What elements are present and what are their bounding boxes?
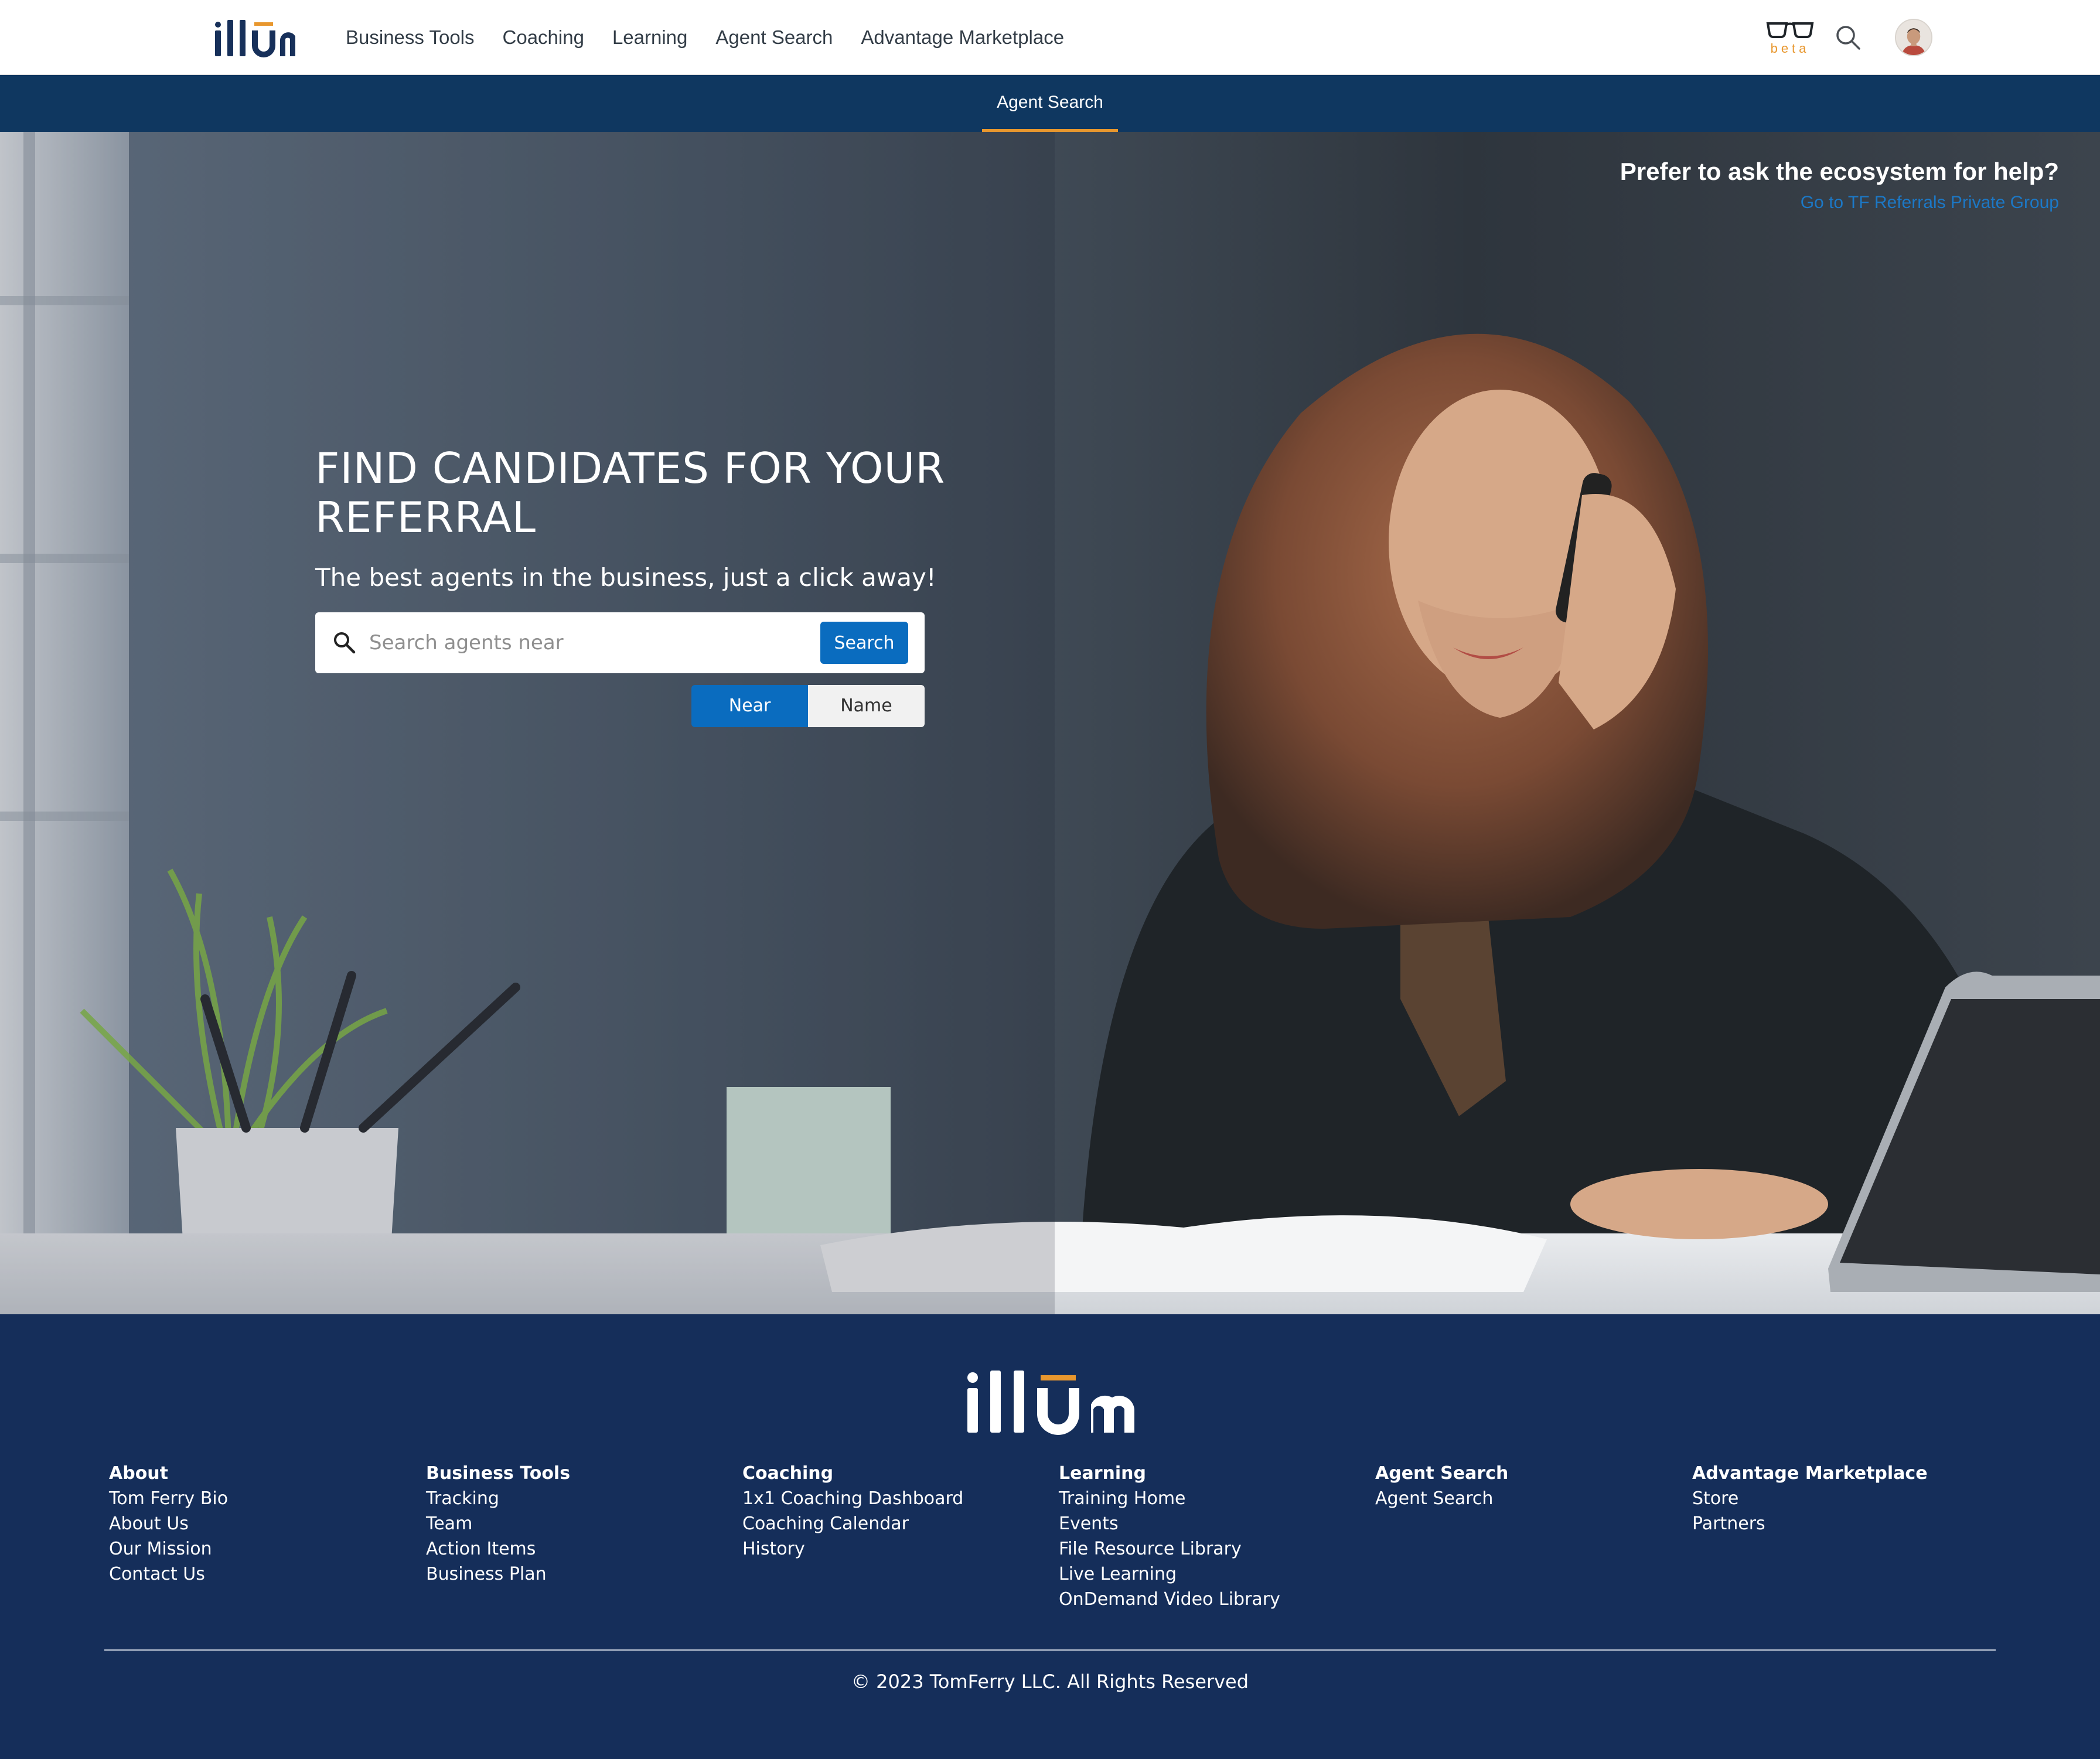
toggle-name[interactable]: Name: [808, 685, 925, 727]
footer-link[interactable]: Action Items: [426, 1536, 707, 1562]
nav-actions: beta: [1765, 16, 1932, 59]
footer-col-about: About Tom Ferry Bio About Us Our Mission…: [109, 1461, 390, 1587]
footer-divider: [104, 1649, 1996, 1651]
search-icon[interactable]: [1834, 23, 1862, 52]
nav-agent-search[interactable]: Agent Search: [715, 23, 833, 52]
footer-heading: Agent Search: [1375, 1463, 1509, 1484]
footer-link[interactable]: History: [742, 1536, 1024, 1562]
section-nav-bar: Agent Search: [0, 75, 2100, 132]
footer-heading: Learning: [1059, 1463, 1146, 1484]
footer-link[interactable]: Tom Ferry Bio: [109, 1486, 390, 1511]
footer-link[interactable]: OnDemand Video Library: [1059, 1587, 1340, 1612]
primary-nav: Business Tools Coaching Learning Agent S…: [346, 23, 1092, 52]
nav-learning[interactable]: Learning: [612, 23, 687, 52]
beta-label: beta: [1770, 41, 1810, 56]
tab-agent-search[interactable]: Agent Search: [982, 75, 1118, 132]
footer-link[interactable]: Agent Search: [1375, 1486, 1656, 1511]
search-button[interactable]: Search: [820, 622, 908, 664]
footer-col-learning: Learning Training Home Events File Resou…: [1059, 1461, 1340, 1612]
footer-link[interactable]: Tracking: [426, 1486, 707, 1511]
footer-heading: Business Tools: [426, 1463, 571, 1484]
footer-heading: Coaching: [742, 1463, 834, 1484]
copyright-text: © 2023 TomFerry LLC. All Rights Reserved: [851, 1671, 1249, 1693]
footer-link[interactable]: File Resource Library: [1059, 1536, 1340, 1562]
footer-link[interactable]: Training Home: [1059, 1486, 1340, 1511]
toggle-near[interactable]: Near: [691, 685, 808, 727]
footer-heading: Advantage Marketplace: [1692, 1463, 1928, 1484]
footer-col-business-tools: Business Tools Tracking Team Action Item…: [426, 1461, 707, 1587]
footer-link[interactable]: Live Learning: [1059, 1562, 1340, 1587]
search-mode-toggle: Near Name: [691, 685, 925, 727]
top-navigation-bar: Business Tools Coaching Learning Agent S…: [0, 0, 2100, 75]
tf-referrals-group-link[interactable]: Go to TF Referrals Private Group: [1801, 193, 2059, 213]
footer-link[interactable]: Store: [1692, 1486, 1973, 1511]
footer-link[interactable]: Team: [426, 1511, 707, 1536]
footer-link[interactable]: Coaching Calendar: [742, 1511, 1024, 1536]
nav-coaching[interactable]: Coaching: [503, 23, 584, 52]
footer-col-advantage-marketplace: Advantage Marketplace Store Partners: [1692, 1461, 1973, 1536]
footer-link[interactable]: 1x1 Coaching Dashboard: [742, 1486, 1024, 1511]
agent-search-input[interactable]: [369, 623, 814, 663]
footer-link[interactable]: Partners: [1692, 1511, 1973, 1536]
glasses-icon: [1766, 22, 1814, 38]
hero-background-photo: [0, 132, 2100, 1314]
footer-link[interactable]: Contact Us: [109, 1562, 390, 1587]
footer-link[interactable]: Our Mission: [109, 1536, 390, 1562]
agent-search-box: Search: [315, 612, 925, 673]
footer-col-coaching: Coaching 1x1 Coaching Dashboard Coaching…: [742, 1461, 1024, 1562]
help-heading: Prefer to ask the ecosystem for help?: [1620, 158, 2059, 185]
illum-footer-logo: [963, 1355, 1137, 1435]
footer-link[interactable]: Business Plan: [426, 1562, 707, 1587]
nav-advantage-marketplace[interactable]: Advantage Marketplace: [861, 23, 1064, 52]
hero-section: Prefer to ask the ecosystem for help? Go…: [0, 132, 2100, 1314]
footer-col-agent-search: Agent Search Agent Search: [1375, 1461, 1656, 1511]
site-footer: About Tom Ferry Bio About Us Our Mission…: [0, 1314, 2100, 1759]
beta-toggle[interactable]: beta: [1765, 20, 1815, 56]
page-title: FIND CANDIDATES FOR YOUR REFERRAL: [315, 444, 946, 542]
hero-subtitle: The best agents in the business, just a …: [315, 563, 936, 592]
avatar[interactable]: [1895, 19, 1932, 56]
footer-link[interactable]: Events: [1059, 1511, 1340, 1536]
illum-logo[interactable]: [213, 16, 301, 59]
nav-business-tools[interactable]: Business Tools: [346, 23, 475, 52]
footer-heading: About: [109, 1463, 169, 1484]
footer-link[interactable]: About Us: [109, 1511, 390, 1536]
search-icon: [332, 630, 357, 656]
